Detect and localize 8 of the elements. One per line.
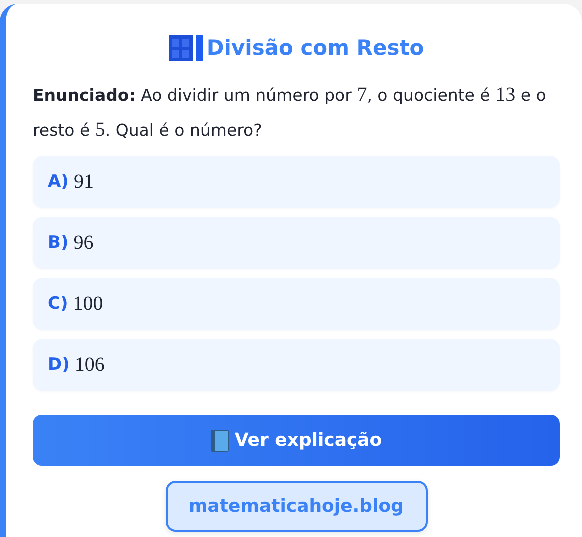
answer-option[interactable]: B) 96 <box>33 217 560 269</box>
quiz-title: Divisão com Resto <box>206 36 424 60</box>
answer-option[interactable]: D) 106 <box>33 339 560 391</box>
answer-option[interactable]: A) 91 <box>33 156 560 208</box>
book-icon <box>210 430 229 452</box>
answer-option[interactable]: C) 100 <box>33 278 560 330</box>
explanation-button[interactable]: Ver explicação <box>33 415 560 466</box>
question-text: Enunciado: Ao dividir um número por 7, o quociente é 13 e o resto é 5. Qual é o número? <box>33 83 548 143</box>
